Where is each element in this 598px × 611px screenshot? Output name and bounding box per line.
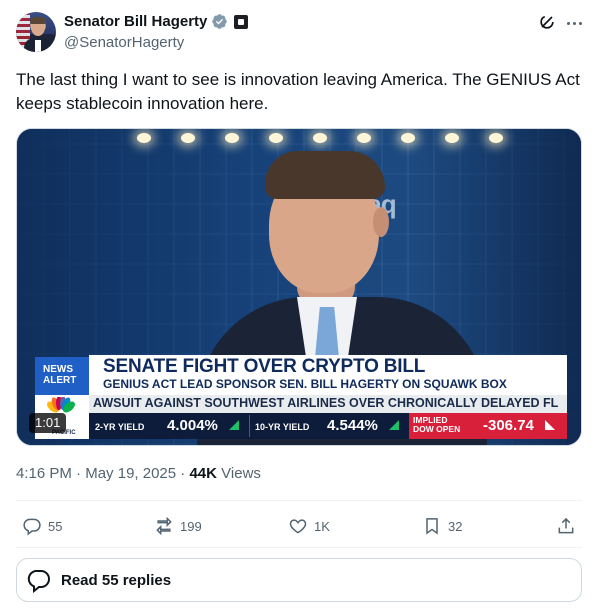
views-label: Views <box>221 465 261 482</box>
up-arrow-icon <box>389 420 399 430</box>
video-subheadline: GENIUS ACT LEAD SPONSOR SEN. BILL HAGERT… <box>103 377 507 391</box>
more-icon[interactable] <box>564 13 584 33</box>
repost-icon <box>156 516 172 536</box>
repost-count: 199 <box>180 518 202 534</box>
like-button[interactable]: 1K <box>288 512 330 540</box>
reply-button[interactable]: 55 <box>22 512 62 540</box>
news-ticker: AWSUIT AGAINST SOUTHWEST AIRLINES OVER C… <box>89 395 567 413</box>
action-bar: 55 199 1K 32 <box>16 512 582 540</box>
author-name[interactable]: Senator Bill Hagerty <box>64 13 207 30</box>
video-headline: SENATE FIGHT OVER CRYPTO BILL <box>103 356 426 377</box>
video-duration: 1:01 <box>29 413 67 433</box>
news-lower-third: NEWS ALERT SENATE FIGHT OVER CRYPTO BILL… <box>17 355 581 445</box>
ten-yr-label: 10-YR YIELD <box>255 422 310 432</box>
tweet-meta: 4:16 PM · May 19, 2025 · 44K Views <box>16 465 261 482</box>
market-bar: 2-YR YIELD 4.004% 10-YR YIELD 4.544% IMP… <box>89 413 567 439</box>
bookmark-count: 32 <box>448 518 463 534</box>
views-count[interactable]: 44K <box>189 465 217 482</box>
verified-badge-icon[interactable] <box>211 13 228 30</box>
tweet-date[interactable]: May 19, 2025 <box>85 465 176 482</box>
divider <box>16 547 582 548</box>
government-affiliation-icon[interactable] <box>234 14 249 29</box>
read-replies-label: Read 55 replies <box>61 571 172 589</box>
chat-bubbles-icon <box>27 569 50 593</box>
reply-icon <box>23 518 41 536</box>
news-alert-badge: NEWS ALERT <box>35 357 89 395</box>
dow-box: IMPLIED DOW OPEN -306.74 <box>409 413 567 439</box>
tweet-header: Senator Bill Hagerty @SenatorHagerty <box>16 12 582 56</box>
author-handle[interactable]: @SenatorHagerty <box>64 34 184 51</box>
bookmark-button[interactable]: 32 <box>422 512 462 540</box>
down-arrow-icon <box>545 420 555 430</box>
name-row: Senator Bill Hagerty <box>64 13 249 30</box>
like-count: 1K <box>314 518 330 534</box>
share-button[interactable] <box>556 512 576 540</box>
divider <box>16 500 582 501</box>
like-icon <box>289 519 307 534</box>
avatar[interactable] <box>16 12 56 52</box>
share-icon <box>558 517 574 534</box>
headline-box: SENATE FIGHT OVER CRYPTO BILL GENIUS ACT… <box>89 355 567 395</box>
video-player[interactable]: sdaq NEWS ALERT SENATE FIGHT OVER CRYPTO… <box>16 128 582 446</box>
bookmark-icon <box>426 518 438 535</box>
two-yr-label: 2-YR YIELD <box>95 422 145 432</box>
read-replies-button[interactable]: Read 55 replies <box>16 558 582 602</box>
ten-yr-value: 4.544% <box>327 417 378 434</box>
studio-lights <box>137 133 557 147</box>
tweet-time[interactable]: 4:16 PM <box>16 465 72 482</box>
tweet-text: The last thing I want to see is innovati… <box>16 70 580 113</box>
dow-value: -306.74 <box>483 417 534 434</box>
grok-icon[interactable] <box>537 12 557 32</box>
up-arrow-icon <box>229 420 239 430</box>
repost-button[interactable]: 199 <box>154 512 202 540</box>
two-yr-value: 4.004% <box>167 417 218 434</box>
reply-count: 55 <box>48 518 63 534</box>
